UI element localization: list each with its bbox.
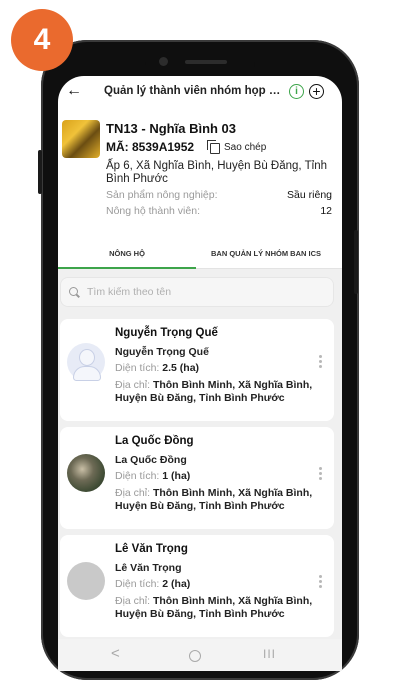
app-screen: ← Quản lý thành viên nhóm họp t... i + T… (58, 76, 342, 671)
page-title: Quản lý thành viên nhóm họp t... (104, 85, 282, 97)
search-placeholder: Tìm kiếm theo tên (87, 286, 172, 298)
step-badge: 4 (11, 9, 73, 71)
member-title: Nguyễn Trọng Quế (115, 327, 218, 339)
member-address: Địa chỉ: Thôn Bình Minh, Xã Nghĩa Bình, … (115, 379, 313, 404)
placeholder-avatar-icon (67, 562, 105, 600)
nav-back-icon[interactable]: < (111, 645, 120, 662)
tab-nong-ho[interactable]: NÔNG HỘ (58, 240, 196, 266)
member-address: Địa chỉ: Thôn Bình Minh, Xã Nghĩa Bình, … (115, 595, 313, 620)
info-icon[interactable]: i (289, 84, 304, 99)
member-area: Diện tích: 2 (ha) (115, 578, 191, 590)
member-area: Diện tích: 2.5 (ha) (115, 362, 200, 374)
group-code: MÃ: 8539A1952 (106, 140, 195, 154)
copy-icon[interactable] (207, 140, 220, 154)
member-address: Địa chỉ: Thôn Bình Minh, Xã Nghĩa Bình, … (115, 487, 313, 512)
user-avatar-icon (67, 343, 105, 381)
nav-home-icon[interactable] (189, 650, 201, 662)
member-title: Lê Văn Trọng (115, 543, 188, 555)
search-icon (69, 287, 78, 296)
product-label: Sản phẩm nông nghiệp: (106, 189, 218, 201)
member-card[interactable]: Lê Văn Trọng Lê Văn Trọng Diện tích: 2 (… (60, 535, 334, 637)
copy-button[interactable]: Sao chép (224, 142, 266, 153)
members-value: 12 (320, 205, 332, 217)
system-nav-bar: < III (58, 639, 342, 671)
back-arrow-icon[interactable]: ← (66, 82, 82, 100)
member-card[interactable]: La Quốc Đồng La Quốc Đồng Diện tích: 1 (… (60, 427, 334, 529)
user-photo-avatar (67, 454, 105, 492)
add-icon[interactable]: + (309, 84, 324, 99)
app-header: ← Quản lý thành viên nhóm họp t... i + (58, 76, 342, 108)
group-address: Ấp 6, Xã Nghĩa Bình, Huyện Bù Đăng, Tỉnh… (106, 160, 327, 185)
member-card[interactable]: Nguyễn Trọng Quế Nguyễn Trọng Quế Diện t… (60, 319, 334, 421)
phone-notch (145, 48, 255, 76)
more-options-icon[interactable] (319, 575, 323, 590)
member-name: Lê Văn Trọng (115, 562, 182, 574)
group-name: TN13 - Nghĩa Bình 03 (106, 121, 237, 136)
tab-ban-quan-ly[interactable]: BAN QUẢN LÝ NHÓM BAN ICS (206, 240, 326, 266)
member-name: Nguyễn Trọng Quế (115, 346, 209, 358)
power-button (354, 230, 358, 294)
volume-button (38, 150, 42, 194)
group-thumbnail (62, 120, 100, 158)
more-options-icon[interactable] (319, 467, 323, 482)
nav-recent-apps-icon[interactable]: III (263, 647, 276, 661)
member-name: La Quốc Đồng (115, 454, 187, 466)
more-options-icon[interactable] (319, 355, 323, 370)
search-input[interactable]: Tìm kiếm theo tên (60, 277, 334, 307)
product-value: Sầu riêng (287, 189, 332, 201)
member-title: La Quốc Đồng (115, 435, 194, 447)
members-label: Nông hộ thành viên: (106, 205, 200, 217)
member-area: Diện tích: 1 (ha) (115, 470, 191, 482)
